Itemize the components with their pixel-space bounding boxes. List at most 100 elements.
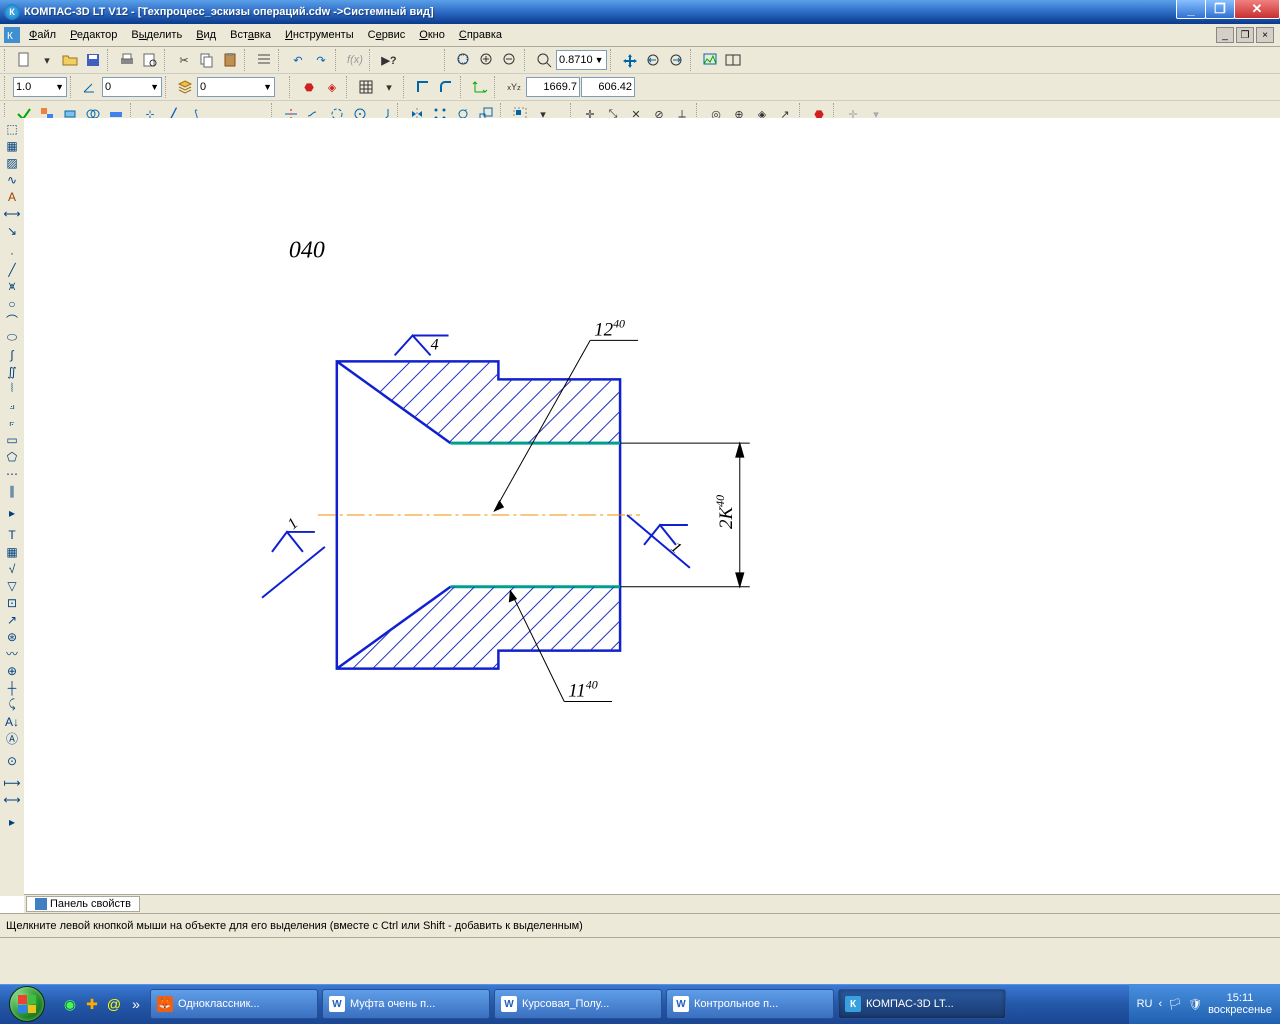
- menu-edit[interactable]: Редактор: [63, 27, 124, 43]
- save-button[interactable]: [82, 49, 104, 71]
- lt-hatch-icon[interactable]: ▨: [2, 154, 22, 171]
- fx-button[interactable]: f(x): [344, 49, 366, 71]
- ql-at-icon[interactable]: @: [104, 991, 124, 1017]
- zoom-prev-button[interactable]: [642, 49, 664, 71]
- property-tab[interactable]: Панель свойств: [26, 896, 140, 912]
- layer-combo[interactable]: 0▼: [197, 77, 275, 97]
- lcs-button[interactable]: [469, 76, 491, 98]
- menu-window[interactable]: Окно: [412, 27, 452, 43]
- copy-button[interactable]: [196, 49, 218, 71]
- menu-insert[interactable]: Вставка: [223, 27, 278, 43]
- canvas[interactable]: 040: [24, 118, 1280, 896]
- lt-arc-icon[interactable]: ⌒: [2, 312, 22, 329]
- layers-button[interactable]: [174, 76, 196, 98]
- grid-arrow-button[interactable]: ▾: [378, 76, 400, 98]
- lt-spline-icon[interactable]: ∿: [2, 171, 22, 188]
- mdi-minimize-button[interactable]: _: [1216, 27, 1234, 43]
- refresh-button[interactable]: [722, 49, 744, 71]
- lt-text2-icon[interactable]: T: [2, 526, 22, 543]
- lt-dim2-icon[interactable]: ⟷: [2, 791, 22, 808]
- grid-button[interactable]: [355, 76, 377, 98]
- lt-expand-icon[interactable]: ▸: [2, 504, 22, 521]
- lt-section-icon[interactable]: A↓: [2, 713, 22, 730]
- preview-button[interactable]: [139, 49, 161, 71]
- window-minimize-button[interactable]: _: [1176, 0, 1206, 19]
- mdi-close-button[interactable]: ×: [1256, 27, 1274, 43]
- paste-button[interactable]: [219, 49, 241, 71]
- lt-dim1-icon[interactable]: ⟼: [2, 774, 22, 791]
- menu-file[interactable]: Файл: [22, 27, 63, 43]
- lt-rect-icon[interactable]: ▭: [2, 431, 22, 448]
- start-button[interactable]: [0, 984, 54, 1024]
- help-cursor-button[interactable]: ▶?: [378, 49, 400, 71]
- zoom-in-button[interactable]: [476, 49, 498, 71]
- ql-utorrent-icon[interactable]: ◉: [60, 991, 80, 1017]
- lt-wave-icon[interactable]: 〰: [2, 645, 22, 662]
- zoom-next-button[interactable]: [665, 49, 687, 71]
- lt-select-icon[interactable]: ⬚: [2, 120, 22, 137]
- lt-leader-icon[interactable]: ↘: [2, 222, 22, 239]
- lt-expand2-icon[interactable]: ▸: [2, 813, 22, 830]
- redo-button[interactable]: ↷: [310, 49, 332, 71]
- lt-grid-icon[interactable]: ▦: [2, 137, 22, 154]
- snap-mid-button[interactable]: ◈: [321, 76, 343, 98]
- coord-x-input[interactable]: [526, 77, 580, 97]
- mdi-restore-button[interactable]: ❐: [1236, 27, 1254, 43]
- menu-view[interactable]: Вид: [189, 27, 223, 43]
- open-button[interactable]: [59, 49, 81, 71]
- lt-center-icon[interactable]: ⊕: [2, 662, 22, 679]
- ql-expand-icon[interactable]: »: [126, 991, 146, 1017]
- properties-button[interactable]: [253, 49, 275, 71]
- redraw-button[interactable]: [699, 49, 721, 71]
- zoom-out-button[interactable]: [499, 49, 521, 71]
- cut-button[interactable]: ✂: [173, 49, 195, 71]
- window-close-button[interactable]: ✕: [1234, 0, 1280, 19]
- step-combo[interactable]: 1.0▼: [13, 77, 67, 97]
- print-button[interactable]: [116, 49, 138, 71]
- task-firefox[interactable]: 🦊Одноклассник...: [150, 989, 318, 1019]
- tray-flag-icon[interactable]: 🏳: [1168, 998, 1182, 1011]
- ortho-button[interactable]: [412, 76, 434, 98]
- menu-select[interactable]: Выделить: [124, 27, 189, 43]
- tray-arrow-icon[interactable]: ‹: [1158, 998, 1162, 1010]
- coord-y-input[interactable]: [581, 77, 635, 97]
- lt-aux-icon[interactable]: ⋯: [2, 465, 22, 482]
- lt-ellipse-icon[interactable]: ⬭: [2, 329, 22, 346]
- menu-service[interactable]: Сервис: [361, 27, 413, 43]
- lt-mark2-icon[interactable]: ⊙: [2, 752, 22, 769]
- zoom-value-combo[interactable]: 0.8710▼: [556, 50, 607, 70]
- lt-point-icon[interactable]: ·: [2, 244, 22, 261]
- snap-end-button[interactable]: ⬣: [298, 76, 320, 98]
- lt-tol-icon[interactable]: ⊡: [2, 594, 22, 611]
- round-button[interactable]: [435, 76, 457, 98]
- angle-combo[interactable]: 0▼: [102, 77, 162, 97]
- task-word-1[interactable]: WМуфта очень п...: [322, 989, 490, 1019]
- task-word-3[interactable]: WКонтрольное п...: [666, 989, 834, 1019]
- lt-chamfer-icon[interactable]: ⟓: [2, 397, 22, 414]
- lt-rough-icon[interactable]: √: [2, 560, 22, 577]
- window-maximize-button[interactable]: ❐: [1205, 0, 1235, 19]
- tray-clock[interactable]: 15:11 воскресенье: [1208, 992, 1272, 1016]
- lt-nurbs-icon[interactable]: ∬: [2, 363, 22, 380]
- menu-help[interactable]: Справка: [452, 27, 509, 43]
- undo-button[interactable]: ↶: [287, 49, 309, 71]
- lt-fillet-icon[interactable]: ⟔: [2, 414, 22, 431]
- menu-tools[interactable]: Инструменты: [278, 27, 361, 43]
- lt-polyline-icon[interactable]: ⩙: [2, 278, 22, 295]
- lt-table-icon[interactable]: ▦: [2, 543, 22, 560]
- zoom-fit-button[interactable]: [453, 49, 475, 71]
- lt-line-icon[interactable]: ╱: [2, 261, 22, 278]
- ql-plus-icon[interactable]: ✚: [82, 991, 102, 1017]
- lt-detail-icon[interactable]: Ⓐ: [2, 730, 22, 747]
- lt-base-icon[interactable]: ▽: [2, 577, 22, 594]
- lt-circle-icon[interactable]: ○: [2, 295, 22, 312]
- lt-arrow-icon[interactable]: ↗: [2, 611, 22, 628]
- tray-shield-icon[interactable]: 🛡: [1188, 998, 1202, 1011]
- new-dropdown-button[interactable]: ▾: [36, 49, 58, 71]
- lt-text-icon[interactable]: A: [2, 188, 22, 205]
- task-word-2[interactable]: WКурсовая_Полу...: [494, 989, 662, 1019]
- tray-lang[interactable]: RU: [1137, 998, 1153, 1010]
- task-kompas[interactable]: ККОМПАС-3D LT...: [838, 989, 1006, 1019]
- zoom-window-button[interactable]: [533, 49, 555, 71]
- lt-view-icon[interactable]: ⤹: [2, 696, 22, 713]
